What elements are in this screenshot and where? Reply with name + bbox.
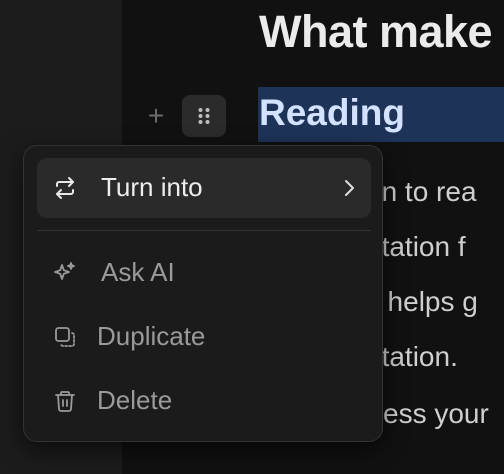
menu-item-ask-ai[interactable]: Ask AI (37, 243, 371, 303)
duplicate-icon (55, 327, 75, 347)
block-drag-handle[interactable] (182, 95, 226, 137)
menu-item-delete[interactable]: Delete (37, 371, 371, 431)
swap-icon (56, 177, 74, 199)
menu-item-label: Duplicate (97, 321, 206, 351)
body-text-line[interactable]: ess your (383, 398, 489, 430)
drag-handle-icon (198, 108, 210, 124)
trash-icon (55, 391, 75, 412)
body-text-line[interactable]: t helps g (372, 286, 478, 318)
heading-text[interactable]: Reading (259, 92, 405, 134)
chevron-right-icon (345, 180, 354, 196)
sparkle-icon (54, 262, 75, 280)
menu-item-turn-into[interactable]: Turn into (37, 158, 371, 218)
menu-item-label: Turn into (101, 172, 203, 202)
add-block-button[interactable]: + (143, 101, 169, 131)
menu-item-label: Ask AI (101, 257, 175, 287)
block-context-menu: Turn into Ask AI Duplicate Delete (23, 145, 383, 442)
plus-icon: + (147, 100, 165, 131)
page-title: What make (259, 6, 493, 57)
menu-item-duplicate[interactable]: Duplicate (37, 307, 371, 367)
menu-item-label: Delete (97, 385, 173, 415)
menu-divider (37, 230, 371, 231)
